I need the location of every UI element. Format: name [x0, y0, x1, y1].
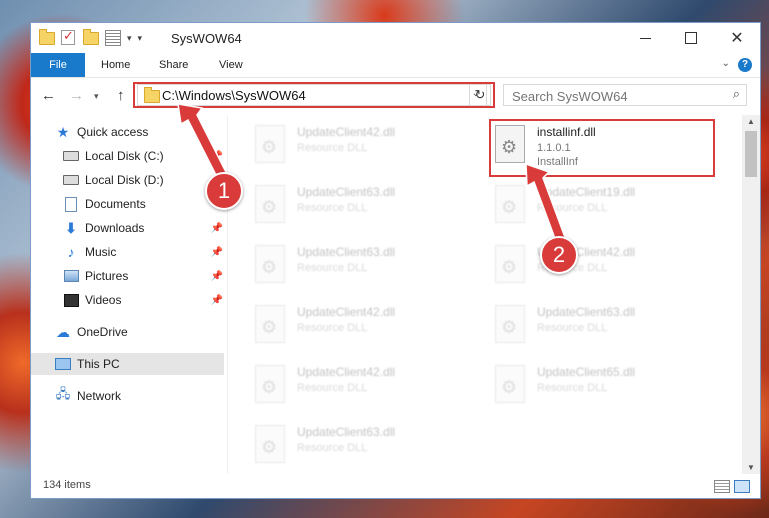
annotation-arrows — [177, 103, 567, 246]
arrow-2 — [525, 162, 567, 246]
arrow-1 — [177, 103, 229, 183]
step-badge-2: 2 — [540, 236, 578, 274]
step-badge-1: 1 — [205, 172, 243, 210]
